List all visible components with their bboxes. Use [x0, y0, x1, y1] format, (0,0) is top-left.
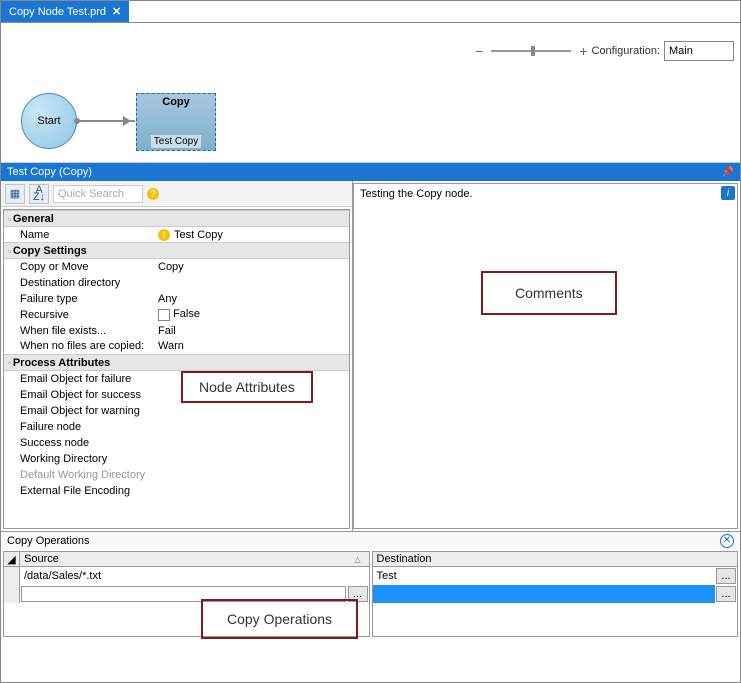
copy-operations-grid: ◢ Source △ /data/Sales/*.txt ... Destina… — [1, 549, 740, 639]
prop-ext-encoding-label: External File Encoding — [4, 483, 154, 499]
panel-title-text: Test Copy (Copy) — [7, 166, 92, 178]
prop-ext-encoding-value[interactable] — [154, 483, 349, 499]
prop-recursive-value[interactable]: False — [154, 307, 349, 323]
copy-node[interactable]: Copy Test Copy — [136, 93, 216, 151]
property-search-input[interactable] — [53, 185, 143, 203]
prop-when-exists-value[interactable]: Fail — [154, 323, 349, 339]
copy-node-title: Copy — [162, 96, 190, 108]
prop-dest-dir-label: Destination directory — [4, 275, 154, 291]
required-icon: ! — [158, 229, 170, 241]
prop-success-node-value[interactable] — [154, 435, 349, 451]
start-node[interactable]: Start — [21, 93, 77, 149]
prop-failure-type-label: Failure type — [4, 291, 154, 307]
prop-default-working-dir-label: Default Working Directory — [4, 467, 154, 483]
source-column: ◢ Source △ /data/Sales/*.txt ... — [3, 551, 370, 637]
categorize-button[interactable]: ▦ — [5, 184, 25, 204]
prop-no-files-value[interactable]: Warn — [154, 339, 349, 355]
file-tab[interactable]: Copy Node Test.prd ✕ — [1, 1, 130, 22]
source-row-blank[interactable]: ... — [4, 585, 369, 603]
source-header[interactable]: Source △ — [20, 552, 369, 566]
config-input[interactable] — [664, 41, 734, 61]
destination-header[interactable]: Destination — [373, 552, 738, 566]
prop-email-success-label: Email Object for success — [4, 387, 154, 403]
copy-node-subtitle: Test Copy — [151, 135, 201, 148]
zoom-in-icon[interactable]: + — [579, 43, 587, 59]
help-icon[interactable]: ? — [147, 188, 159, 200]
comments-pane[interactable]: i Testing the Copy node. — [353, 183, 738, 529]
prop-email-warning-value[interactable] — [154, 403, 349, 419]
pin-icon[interactable]: 📌 — [722, 167, 734, 178]
destination-column: Destination Test ... ... — [372, 551, 739, 637]
source-corner-icon[interactable]: ◢ — [4, 552, 20, 566]
destination-row-1[interactable]: Test ... — [373, 567, 738, 585]
comments-text[interactable]: Testing the Copy node. — [354, 184, 737, 204]
sort-asc-icon: △ — [354, 555, 360, 564]
close-ops-icon[interactable]: ✕ — [720, 534, 734, 548]
recursive-checkbox[interactable] — [158, 309, 170, 321]
properties-toolbar: ▦ AZ↓ ? — [1, 181, 352, 207]
destination-browse-button-1[interactable]: ... — [716, 568, 736, 584]
tab-close-icon[interactable]: ✕ — [112, 5, 121, 18]
config-label: Configuration: — [592, 45, 661, 57]
prop-email-warning-label: Email Object for warning — [4, 403, 154, 419]
destination-browse-button-2[interactable]: ... — [716, 586, 736, 602]
section-general[interactable]: General — [4, 211, 349, 227]
prop-failure-node-value[interactable] — [154, 419, 349, 435]
prop-email-success-value[interactable] — [154, 387, 349, 403]
prop-default-working-dir-value — [154, 467, 349, 483]
destination-row-blank[interactable]: ... — [373, 585, 738, 603]
zoom-out-icon[interactable]: − — [475, 43, 483, 59]
destination-cell-blank[interactable] — [373, 585, 716, 603]
properties-pane: ▦ AZ↓ ? General Name!Test Copy Copy Sett… — [1, 181, 353, 531]
prop-when-exists-label: When file exists... — [4, 323, 154, 339]
prop-success-node-label: Success node — [4, 435, 154, 451]
config-row: − + Configuration: — [475, 41, 734, 61]
section-process-attributes[interactable]: Process Attributes — [4, 355, 349, 371]
prop-no-files-label: When no files are copied: — [4, 339, 154, 355]
prop-dest-dir-value[interactable] — [154, 275, 349, 291]
sort-button[interactable]: AZ↓ — [29, 184, 49, 204]
prop-email-failure-label: Email Object for failure — [4, 371, 154, 387]
zoom-slider[interactable] — [491, 50, 571, 52]
copy-operations-title: Copy Operations — [7, 535, 90, 547]
prop-name-value[interactable]: !Test Copy — [154, 227, 349, 243]
prop-failure-node-label: Failure node — [4, 419, 154, 435]
process-canvas[interactable]: − + Configuration: Start Copy Test Copy — [1, 23, 740, 163]
copy-operations-title-bar: Copy Operations ✕ — [1, 531, 740, 549]
destination-cell-1[interactable]: Test — [373, 567, 716, 585]
start-node-label: Start — [37, 115, 60, 127]
prop-name-label: Name — [4, 227, 154, 243]
source-browse-button[interactable]: ... — [348, 586, 368, 602]
source-cell-1[interactable]: /data/Sales/*.txt — [20, 567, 369, 585]
prop-working-dir-label: Working Directory — [4, 451, 154, 467]
section-copy-settings[interactable]: Copy Settings — [4, 243, 349, 259]
properties-panel-title: Test Copy (Copy) 📌 — [1, 163, 740, 181]
prop-recursive-label: Recursive — [4, 307, 154, 323]
source-cell-blank[interactable] — [21, 586, 346, 602]
property-grid[interactable]: General Name!Test Copy Copy Settings Cop… — [3, 209, 350, 529]
prop-copy-move-label: Copy or Move — [4, 259, 154, 275]
tab-title: Copy Node Test.prd — [9, 6, 106, 18]
prop-email-failure-value[interactable] — [154, 371, 349, 387]
prop-copy-move-value[interactable]: Copy — [154, 259, 349, 275]
prop-failure-type-value[interactable]: Any — [154, 291, 349, 307]
prop-working-dir-value[interactable] — [154, 451, 349, 467]
source-row-1[interactable]: /data/Sales/*.txt — [4, 567, 369, 585]
info-icon[interactable]: i — [721, 186, 735, 200]
node-connector-arrow — [77, 120, 135, 122]
